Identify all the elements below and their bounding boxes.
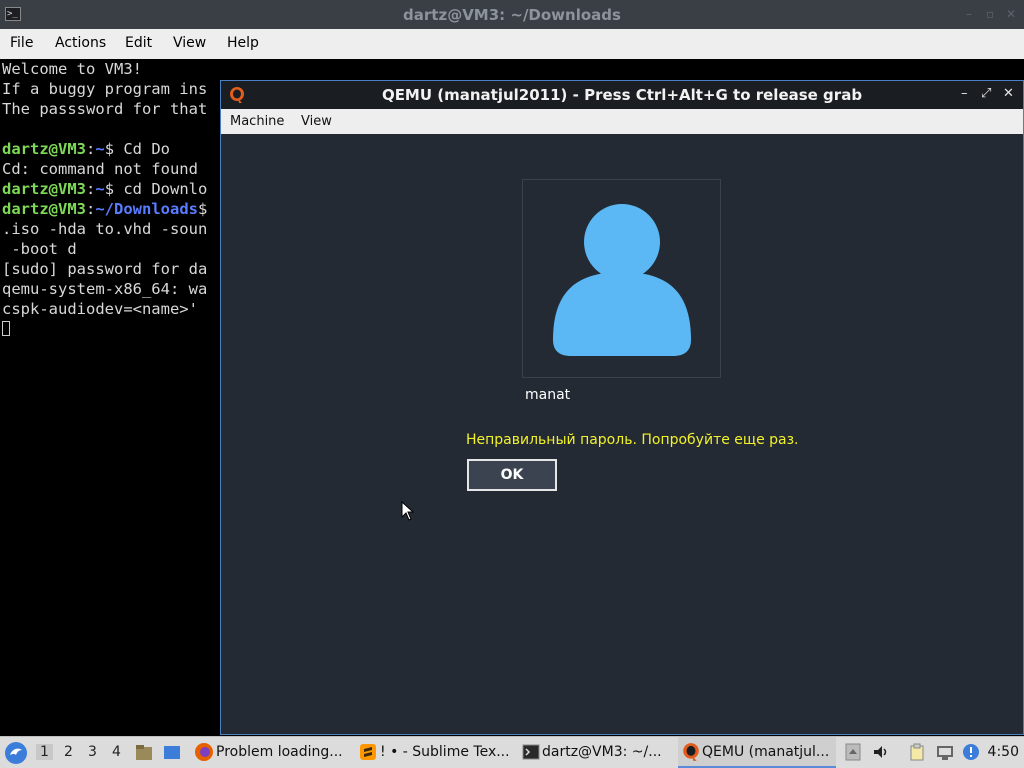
mouse-cursor-icon (401, 501, 415, 521)
prompt-path: ~/Downloads (95, 200, 198, 218)
terminal-line: [sudo] password for da (2, 260, 208, 278)
username-label: manat (525, 387, 571, 403)
qemu-titlebar[interactable]: QEMU (manatjul2011) - Press Ctrl+Alt+G t… (221, 81, 1023, 109)
close-button[interactable]: ✕ (1006, 7, 1016, 21)
sublime-text-icon (360, 744, 376, 760)
menu-view[interactable]: View (301, 114, 332, 129)
terminal-icon (522, 744, 540, 760)
workspace-1[interactable]: 1 (36, 744, 53, 760)
task-label: ! • - Sublime Tex... (380, 744, 508, 760)
workspace-4[interactable]: 4 (112, 744, 121, 760)
task-terminal[interactable]: dartz@VM3: ~/... (518, 737, 668, 768)
taskbar: 1 2 3 4 Problem loading... ! • - Sublime… (0, 736, 1024, 768)
qemu-maximize-button[interactable]: ⤢ (981, 86, 991, 101)
qemu-icon (683, 743, 699, 761)
start-menu-icon[interactable] (4, 741, 28, 765)
clipboard-icon[interactable] (908, 743, 926, 761)
clock[interactable]: 4:50 (988, 744, 1019, 760)
user-icon (553, 204, 691, 356)
user-avatar (522, 179, 721, 378)
prompt-command: $ (198, 200, 208, 218)
menu-help[interactable]: Help (227, 35, 259, 51)
login-error-message: Неправильный пароль. Попробуйте еще раз. (466, 432, 799, 448)
show-desktop-icon[interactable] (162, 743, 182, 763)
prompt-separator: : (86, 180, 96, 198)
menu-machine[interactable]: Machine (230, 114, 284, 129)
qemu-menubar: Machine View (221, 109, 1023, 134)
task-firefox[interactable]: Problem loading... (192, 737, 350, 768)
qemu-window: QEMU (manatjul2011) - Press Ctrl+Alt+G t… (220, 80, 1024, 735)
menu-view[interactable]: View (173, 35, 206, 51)
menu-actions[interactable]: Actions (55, 35, 106, 51)
file-manager-icon[interactable] (134, 743, 154, 763)
prompt-separator: : (86, 140, 96, 158)
prompt-path: ~ (95, 140, 105, 158)
terminal-line: The passsword for that (2, 100, 208, 118)
task-label: Problem loading... (216, 744, 343, 760)
terminal-titlebar[interactable]: >_ dartz@VM3: ~/Downloads – ▫ ✕ (0, 0, 1024, 29)
workspace-2[interactable]: 2 (64, 744, 73, 760)
terminal-prompt-line: dartz@VM3:~$ Cd Do (2, 139, 170, 159)
firefox-icon (195, 743, 213, 761)
qemu-close-button[interactable]: ✕ (1003, 86, 1014, 101)
terminal-menubar: File Actions Edit View Help (0, 29, 1024, 59)
terminal-line: cspk-audiodev=<name>' (2, 300, 198, 318)
prompt-path: ~ (95, 180, 105, 198)
prompt-command: $ cd Downlo (104, 180, 208, 198)
ok-button[interactable]: OK (467, 459, 557, 491)
maximize-button[interactable]: ▫ (986, 7, 994, 21)
terminal-line: Welcome to VM3! (2, 60, 142, 78)
qemu-window-title: QEMU (manatjul2011) - Press Ctrl+Alt+G t… (381, 86, 863, 104)
terminal-cursor (2, 321, 10, 336)
terminal-prompt-line: dartz@VM3:~/Downloads$ (2, 199, 207, 219)
task-label: dartz@VM3: ~/... (542, 744, 662, 760)
task-sublime[interactable]: ! • - Sublime Tex... (356, 737, 508, 768)
prompt-user: dartz@VM3 (2, 180, 86, 198)
terminal-line: qemu-system-x86_64: wa (2, 280, 208, 298)
guest-display[interactable]: manat Неправильный пароль. Попробуйте ещ… (221, 134, 1023, 734)
terminal-line: -boot d (2, 240, 77, 258)
task-label: QEMU (manatjul... (702, 744, 830, 760)
terminal-line: .iso -hda to.vhd -soun (2, 220, 208, 238)
task-qemu[interactable]: QEMU (manatjul... (678, 737, 836, 768)
minimize-button[interactable]: – (966, 7, 972, 21)
terminal-line: Cd: command not found (2, 160, 198, 178)
prompt-command: $ Cd Do (104, 140, 171, 158)
prompt-user: dartz@VM3 (2, 200, 86, 218)
volume-icon[interactable] (872, 743, 890, 761)
menu-edit[interactable]: Edit (125, 35, 152, 51)
tray-scroll-icon[interactable] (844, 743, 862, 761)
workspace-3[interactable]: 3 (88, 744, 97, 760)
notification-icon[interactable] (962, 743, 980, 761)
prompt-user: dartz@VM3 (2, 140, 86, 158)
terminal-line: If a buggy program ins (2, 80, 208, 98)
terminal-window-title: dartz@VM3: ~/Downloads (403, 6, 621, 24)
prompt-separator: : (86, 200, 96, 218)
terminal-prompt-line: dartz@VM3:~$ cd Downlo (2, 179, 207, 199)
network-icon[interactable] (936, 743, 954, 761)
qemu-minimize-button[interactable]: – (961, 86, 968, 101)
menu-file[interactable]: File (10, 35, 33, 51)
